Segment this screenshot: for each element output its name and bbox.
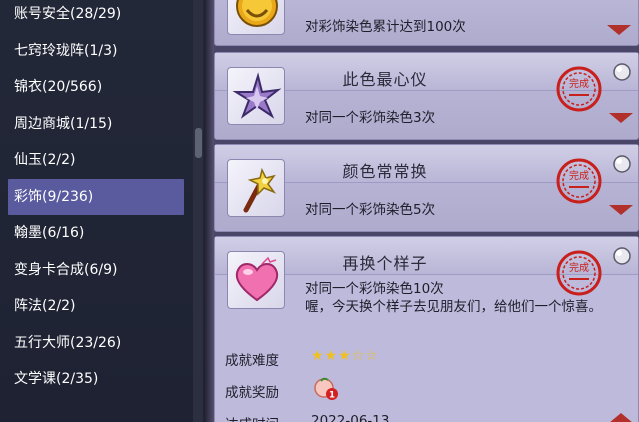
sidebar-item-ornament-dye[interactable]: 彩饰(9/236) (8, 178, 184, 215)
difficulty-star-rating: ★★★☆☆ (311, 348, 379, 364)
difficulty-label: 成就难度 (225, 353, 279, 369)
completed-seal-icon: 完成 (556, 250, 602, 296)
completed-seal-icon: 完成 (556, 66, 602, 112)
purple-star-ornament-icon (232, 72, 282, 119)
achievement-icon-frame (227, 67, 285, 125)
expand-chevron-icon[interactable] (607, 25, 631, 35)
sidebar-item-calligraphy[interactable]: 翰墨(6/16) (0, 215, 192, 252)
seal-text: 完成 (569, 261, 589, 274)
reward-label: 成就奖励 (225, 385, 279, 401)
achievement-description: 对同一个彩饰染色3次 (305, 110, 436, 126)
golden-wand-icon (243, 167, 277, 213)
category-sidebar: 账号安全(28/29) 七窍玲珑阵(1/3) 锦衣(20/566) 周边商城(1… (0, 0, 204, 422)
difficulty-stars: ★★★☆☆ (311, 348, 379, 364)
achievement-flavor-text: 喔，今天换个样子去见朋友们，给他们一个惊喜。 (305, 299, 602, 315)
achievement-card[interactable]: 此色最心仪 对同一个彩饰染色3次 完成 (214, 52, 639, 140)
pearl-reward-icon (613, 247, 631, 265)
pink-heart-icon (235, 256, 279, 302)
achievement-title: 再换个样子 (342, 254, 428, 273)
sidebar-item-formation[interactable]: 阵法(2/2) (0, 288, 192, 325)
achievement-card-expanded[interactable]: 再换个样子 对同一个彩饰染色10次 喔，今天换个样子去见朋友们，给他们一个惊喜。… (214, 236, 639, 422)
completed-seal-icon: 完成 (556, 158, 602, 204)
achievement-icon-frame (227, 0, 285, 35)
achievement-title: 颜色常常换 (342, 162, 428, 181)
completion-time-value: 2022-06-13 (311, 413, 390, 422)
achievement-description: 对同一个彩饰染色10次 (305, 281, 444, 297)
sidebar-item-transform-card[interactable]: 变身卡合成(6/9) (0, 252, 192, 289)
sidebar-item-merch-store[interactable]: 周边商城(1/15) (0, 106, 192, 143)
achievement-icon-frame (227, 251, 285, 309)
reward-peach-icon[interactable]: 1 (311, 375, 341, 401)
sidebar-item-literature[interactable]: 文学课(2/35) (0, 361, 192, 398)
achievement-description: 对同一个彩饰染色5次 (305, 202, 436, 218)
achievement-icon-frame (227, 159, 285, 217)
sidebar-item-account-security[interactable]: 账号安全(28/29) (0, 0, 192, 33)
pearl-reward-icon (613, 63, 631, 81)
sidebar-scrollbar[interactable] (193, 0, 203, 422)
pearl-reward-icon (613, 155, 631, 173)
achievement-title: 此色最心仪 (342, 70, 428, 89)
sidebar-item-five-elements[interactable]: 五行大师(23/26) (0, 325, 192, 362)
expand-chevron-icon[interactable] (609, 113, 633, 123)
achievement-card[interactable]: 颜色常常换 对同一个彩饰染色5次 完成 (214, 144, 639, 232)
collapse-chevron-icon[interactable] (609, 413, 633, 422)
panel-divider (204, 0, 214, 422)
sidebar-item-costume[interactable]: 锦衣(20/566) (0, 69, 192, 106)
sidebar-item-xianyu[interactable]: 仙玉(2/2) (0, 142, 192, 179)
category-list: 账号安全(28/29) 七窍玲珑阵(1/3) 锦衣(20/566) 周边商城(1… (0, 0, 192, 398)
reward-count-badge: 1 (329, 391, 335, 401)
seal-text: 完成 (569, 77, 589, 90)
expand-chevron-icon[interactable] (609, 205, 633, 215)
completion-time-label: 达成时间 (225, 413, 279, 422)
seal-text: 完成 (569, 169, 589, 182)
sidebar-scroll-thumb[interactable] (195, 128, 202, 158)
sidebar-item-linglong-array[interactable]: 七窍玲珑阵(1/3) (0, 33, 192, 70)
smiley-coin-icon (236, 0, 278, 27)
achievement-description: 对彩饰染色累计达到100次 (305, 19, 466, 35)
achievement-card[interactable]: 对彩饰染色累计达到100次 (214, 0, 639, 46)
